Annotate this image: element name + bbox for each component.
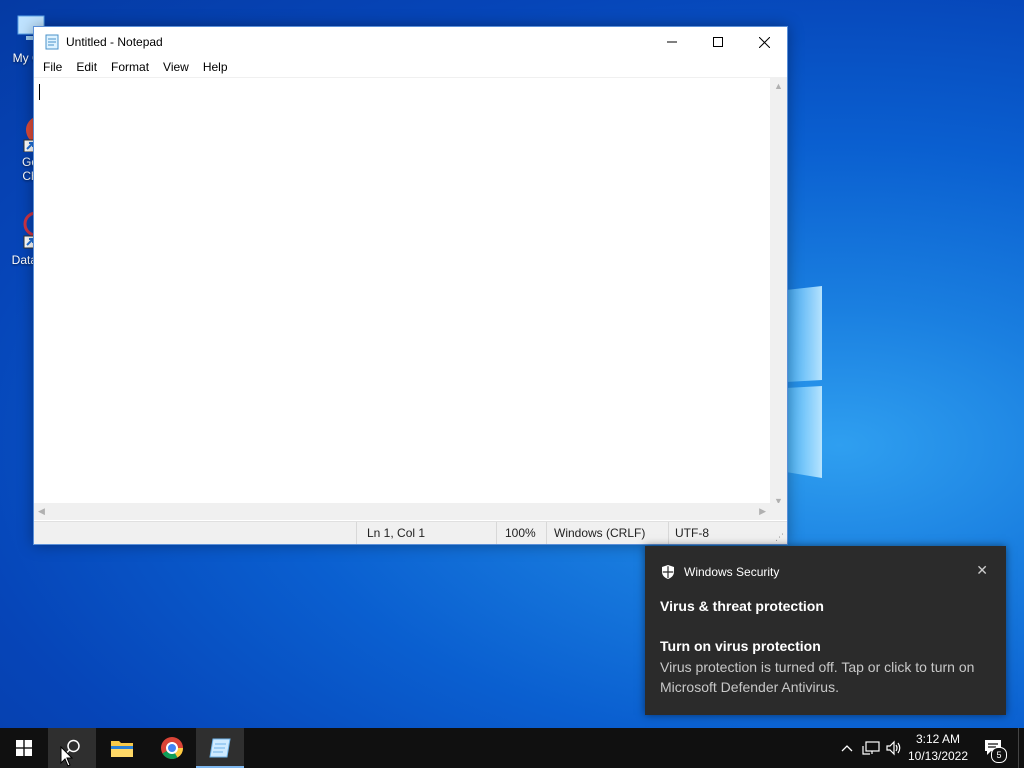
start-button[interactable] xyxy=(0,728,48,768)
horizontal-scrollbar[interactable]: ◀ ▶ xyxy=(34,503,770,520)
minimize-icon xyxy=(667,41,677,43)
action-center-button[interactable]: 5 xyxy=(978,728,1010,768)
maximize-icon xyxy=(713,37,723,47)
scroll-up-icon[interactable]: ▲ xyxy=(774,81,783,91)
scroll-right-icon[interactable]: ▶ xyxy=(759,506,766,517)
menu-view[interactable]: View xyxy=(156,57,196,77)
show-desktop-button[interactable] xyxy=(1018,728,1024,768)
clock-date: 10/13/2022 xyxy=(907,749,969,763)
notepad-icon xyxy=(209,738,231,758)
status-zoom: 100% xyxy=(496,522,546,544)
status-position: Ln 1, Col 1 xyxy=(356,522,496,544)
status-bar: Ln 1, Col 1 100% Windows (CRLF) UTF-8 ⋰ xyxy=(34,521,787,544)
toast-heading: Virus & threat protection xyxy=(660,598,824,614)
shield-icon xyxy=(662,565,674,579)
security-notification-toast[interactable]: Windows Security ✕ Virus & threat protec… xyxy=(645,546,1006,715)
toast-body: Virus protection is turned off. Tap or c… xyxy=(660,659,975,695)
folder-icon xyxy=(111,741,133,757)
vertical-scrollbar[interactable]: ▲ ▼ xyxy=(770,77,787,510)
menu-edit[interactable]: Edit xyxy=(69,57,104,77)
toast-header: Windows Security xyxy=(660,564,779,580)
clock-time: 3:12 AM xyxy=(915,732,961,746)
title-bar[interactable]: Untitled - Notepad xyxy=(34,27,787,57)
volume-button[interactable] xyxy=(884,728,904,768)
speaker-icon xyxy=(886,740,901,756)
text-caret xyxy=(39,84,40,100)
text-editor-area[interactable] xyxy=(34,77,770,511)
scrollbar-corner xyxy=(770,503,787,520)
menu-format[interactable]: Format xyxy=(104,57,156,77)
menu-help[interactable]: Help xyxy=(196,57,235,77)
maximize-button[interactable] xyxy=(695,27,741,57)
file-explorer-button[interactable] xyxy=(98,728,146,768)
menu-file[interactable]: File xyxy=(36,57,69,77)
status-line-ending: Windows (CRLF) xyxy=(546,522,668,544)
chevron-up-icon xyxy=(841,745,853,752)
notification-count-badge: 5 xyxy=(991,747,1007,763)
minimize-button[interactable] xyxy=(649,27,695,57)
taskbar-clock[interactable]: 3:12 AM 10/13/2022 xyxy=(904,731,972,765)
mouse-cursor-icon xyxy=(60,746,74,767)
notepad-icon xyxy=(45,34,59,50)
toast-title: Turn on virus protection xyxy=(660,638,821,654)
show-hidden-icons-button[interactable] xyxy=(838,728,856,768)
status-encoding: UTF-8 xyxy=(668,522,770,544)
network-button[interactable] xyxy=(860,728,882,768)
resize-grip-icon[interactable]: ⋰ xyxy=(775,532,784,543)
notepad-taskbar-button[interactable] xyxy=(196,728,244,768)
menu-bar: File Edit Format View Help xyxy=(34,57,787,77)
chrome-icon xyxy=(161,737,183,759)
window-title: Untitled - Notepad xyxy=(66,35,163,49)
toast-app-name: Windows Security xyxy=(684,565,780,579)
close-button[interactable] xyxy=(741,27,787,57)
close-icon[interactable]: ✕ xyxy=(976,562,988,579)
close-icon xyxy=(758,36,770,48)
network-icon xyxy=(862,741,880,755)
windows-start-icon xyxy=(16,740,32,756)
taskbar: 3:12 AM 10/13/2022 5 xyxy=(0,728,1024,768)
notepad-window: Untitled - Notepad File Edit Format View… xyxy=(33,26,788,545)
chrome-taskbar-button[interactable] xyxy=(148,728,196,768)
scroll-left-icon[interactable]: ◀ xyxy=(38,506,45,517)
